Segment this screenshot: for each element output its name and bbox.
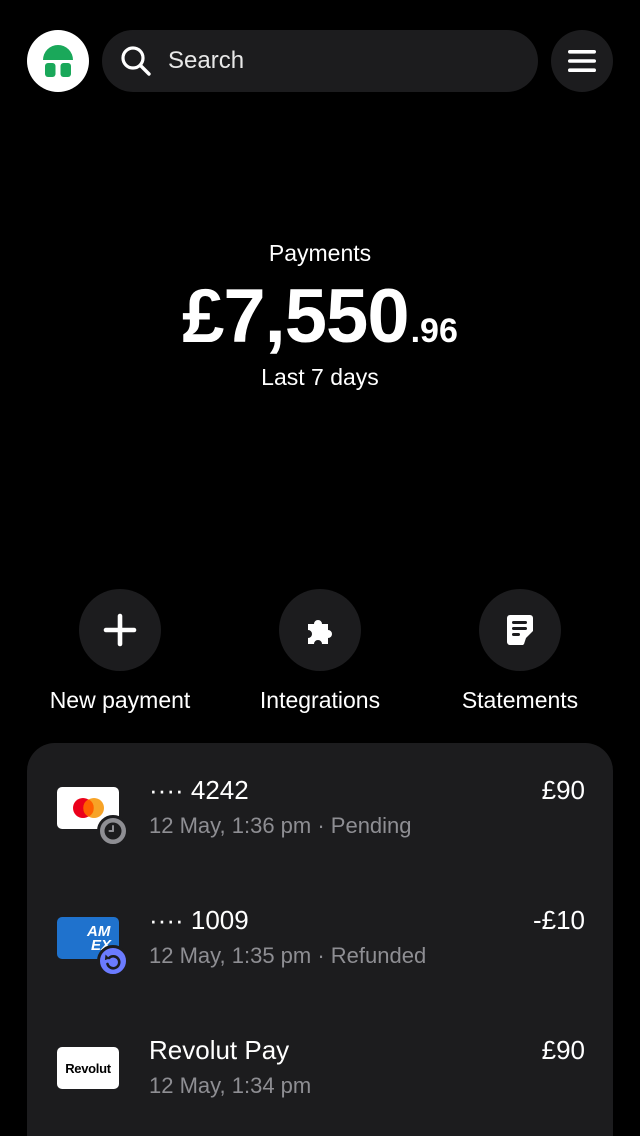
- search-bar[interactable]: [102, 30, 538, 92]
- amount-main: £7,550: [182, 274, 409, 359]
- transaction-title: ···· 4242: [149, 775, 249, 805]
- quick-actions: New payment Integrations Statements: [0, 589, 640, 714]
- new-payment-circle[interactable]: [79, 589, 161, 671]
- integrations-circle[interactable]: [279, 589, 361, 671]
- transaction-amount: -£10: [532, 905, 585, 935]
- integrations-button[interactable]: Integrations: [230, 589, 410, 714]
- payment-method: AM EX: [57, 917, 129, 977]
- transaction-info: ···· 1009 12 May, 1:35 pm · Refunded: [149, 905, 533, 969]
- transaction-subtitle: 12 May, 1:35 pm · Refunded: [149, 943, 427, 968]
- menu-button[interactable]: [551, 30, 613, 92]
- plus-icon: [103, 613, 137, 647]
- transaction-subtitle: 12 May, 1:36 pm · Pending: [149, 813, 412, 838]
- transaction-info: ···· 4242 12 May, 1:36 pm · Pending: [149, 775, 542, 839]
- transaction-info: Revolut Pay 12 May, 1:34 pm: [149, 1035, 542, 1099]
- statements-label: Statements: [461, 687, 579, 713]
- menu-icon: [568, 50, 596, 72]
- transaction-row[interactable]: AM EX ···· 1009 12 May, 1:35 pm · Refund…: [57, 873, 585, 1003]
- amount-cents: .96: [410, 312, 458, 350]
- revolut-logo: Revolut: [57, 1047, 119, 1089]
- search-input[interactable]: [168, 47, 538, 75]
- puzzle-icon: [308, 620, 332, 644]
- summary-period: Last 7 days: [261, 364, 379, 390]
- payments-summary: Payments £7,550 .96 Last 7 days: [0, 240, 640, 391]
- refund-icon: [97, 945, 129, 977]
- statements-circle[interactable]: [479, 589, 561, 671]
- app-screen: Payments £7,550 .96 Last 7 days New paym…: [0, 0, 640, 1136]
- transaction-amount: £90: [541, 1035, 585, 1065]
- logo-icon: [43, 45, 73, 77]
- integrations-label: Integrations: [259, 687, 381, 713]
- new-payment-label: New payment: [49, 687, 191, 713]
- top-bar: [27, 30, 613, 92]
- payment-method: [57, 787, 129, 847]
- transaction-row[interactable]: ···· 4242 12 May, 1:36 pm · Pending £90: [57, 743, 585, 873]
- summary-label: Payments: [268, 240, 372, 266]
- search-icon: [121, 46, 151, 76]
- payment-method: Revolut: [57, 1047, 119, 1089]
- document-icon: [507, 615, 535, 645]
- app-logo[interactable]: [27, 30, 89, 92]
- new-payment-button[interactable]: New payment: [30, 589, 210, 714]
- transaction-row[interactable]: Revolut Revolut Pay 12 May, 1:34 pm £90: [57, 1003, 585, 1133]
- transaction-title: Revolut Pay: [149, 1035, 290, 1065]
- summary-amount: £7,550 .96: [0, 273, 640, 360]
- pending-clock-icon: [97, 815, 129, 847]
- transaction-amount: £90: [541, 775, 585, 805]
- transactions-list: ···· 4242 12 May, 1:36 pm · Pending £90 …: [27, 743, 613, 1136]
- statements-button[interactable]: Statements: [430, 589, 610, 714]
- transaction-subtitle: 12 May, 1:34 pm: [149, 1073, 312, 1098]
- transaction-title: ···· 1009: [149, 905, 249, 935]
